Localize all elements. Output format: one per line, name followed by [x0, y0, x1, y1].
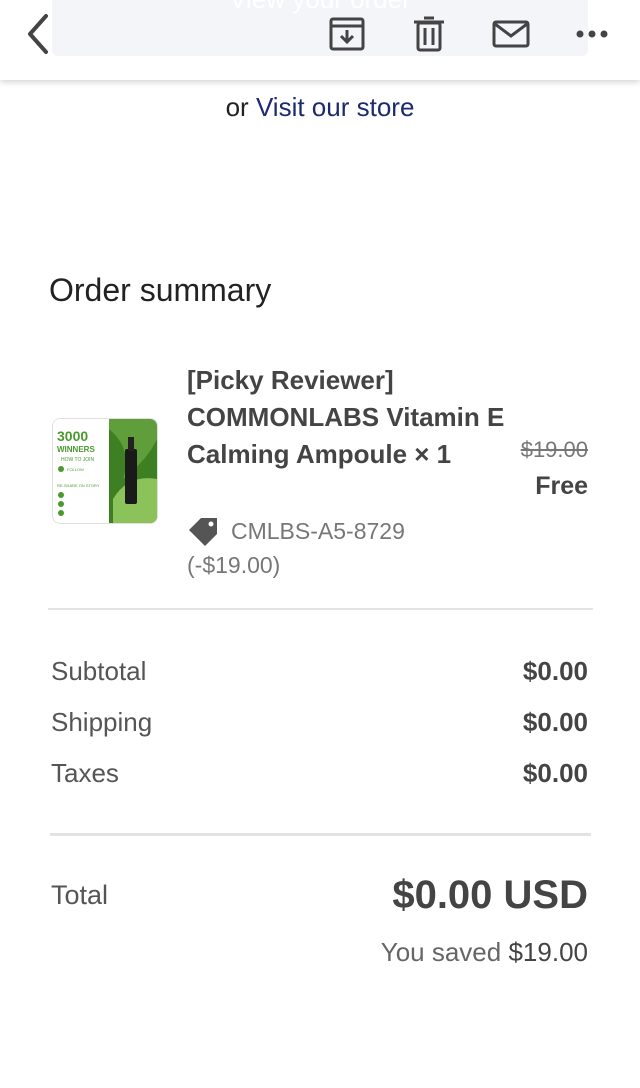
order-summary-title: Order summary [49, 272, 272, 308]
total-value: $0.00 USD [392, 873, 588, 917]
discount-code: CMLBS-A5-8729 (-$19.00) [187, 514, 487, 582]
product-name-main: COMMONLABS Vitamin E Calming Ampoule × 1 [187, 402, 505, 469]
trash-icon[interactable] [409, 14, 449, 54]
thumb-text-winners: WINNERS [57, 445, 95, 454]
thumb-text-how: HOW TO JOIN [61, 457, 95, 463]
saved-amount: $19.00 [508, 937, 588, 967]
visit-store-line: or Visit our store [0, 92, 640, 123]
view-order-label: View your order [229, 0, 411, 18]
product-name-prefix: [Picky Reviewer] [187, 365, 394, 395]
taxes-value: $0.00 [522, 758, 588, 788]
final-price: Free [535, 472, 588, 500]
original-price: $19.00 [520, 437, 588, 462]
thumb-text-3000: 3000 [57, 428, 88, 444]
total-label: Total [51, 880, 109, 910]
saved-line: You saved $19.00 [381, 937, 588, 968]
divider [50, 833, 591, 836]
visit-store-link[interactable]: Visit our store [256, 92, 414, 122]
product-name: [Picky Reviewer] COMMONLABS Vitamin E Ca… [187, 362, 507, 473]
shipping-value: $0.00 [522, 707, 588, 737]
email-toolbar: View your order [0, 0, 640, 80]
archive-icon[interactable] [327, 14, 367, 54]
product-thumbnail: 3000 WINNERS HOW TO JOIN FOLLOW RE-SHARE… [52, 418, 158, 524]
visit-store-prefix: or [225, 92, 249, 122]
shipping-label: Shipping [51, 707, 153, 737]
mail-icon[interactable] [491, 14, 531, 54]
thumb-text-follow: FOLLOW [67, 467, 84, 472]
thumb-text-reshare: RE-SHARE ON STORY [57, 483, 100, 488]
back-icon[interactable] [20, 12, 60, 54]
more-options-icon[interactable] [572, 14, 612, 54]
taxes-label: Taxes [51, 758, 119, 788]
divider [48, 608, 593, 610]
subtotal-label: Subtotal [51, 656, 147, 686]
subtotal-value: $0.00 [522, 656, 588, 686]
saved-prefix: You saved [380, 937, 502, 967]
tag-icon [187, 517, 221, 547]
